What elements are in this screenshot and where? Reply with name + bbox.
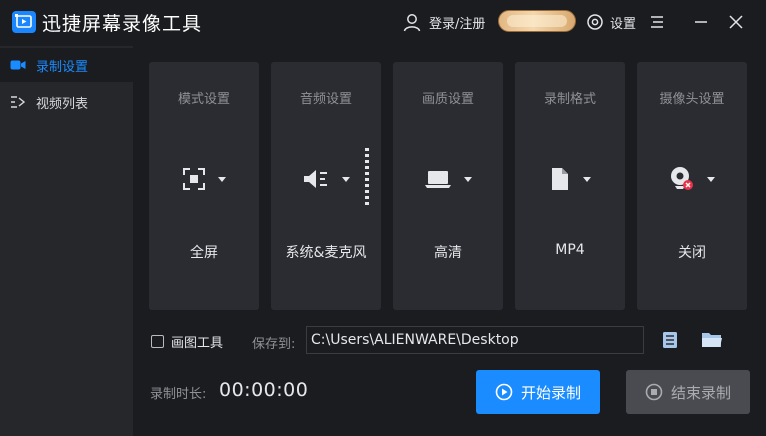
camera-icon [0,59,36,71]
card-title: 音频设置 [299,92,352,107]
chevron-down-icon [707,176,715,182]
play-icon [495,383,513,401]
card-title: 画质设置 [421,92,474,107]
drawing-tool-label: 画图工具 [171,336,224,351]
list-icon [0,96,36,108]
card-value: 系统&麦克风 [285,245,367,261]
login-label: 登录/注册 [429,16,486,32]
save-path-label: 保存到: [252,337,296,352]
chevron-down-icon [464,176,472,182]
stop-icon [645,383,663,401]
volume-meter [365,148,369,206]
menu-icon [651,16,663,28]
fullscreen-icon [183,168,205,190]
card-title: 录制格式 [543,92,596,107]
card-value: MP4 [555,242,585,258]
duration-label: 录制时长: [150,387,207,402]
drawing-tool-checkbox[interactable]: 画图工具 [151,332,223,351]
card-value: 高清 [434,245,462,261]
quality-settings-card[interactable]: 画质设置 高清 [393,62,503,310]
settings-button[interactable]: 设置 [586,10,636,34]
sidebar: 录制设置 视频列表 [0,46,133,436]
folder-icon [702,333,722,347]
stop-record-button[interactable]: 结束录制 [626,370,750,414]
app-logo-icon [12,11,36,33]
webcam-settings-card[interactable]: 摄像头设置 关闭 [637,62,747,310]
card-value: 全屏 [190,245,218,261]
app-title: 迅捷屏幕录像工具 [42,13,203,35]
chevron-down-icon [342,176,350,182]
sidebar-item-record-settings[interactable]: 录制设置 [0,48,133,82]
close-icon [729,15,743,29]
webcam-off-icon [671,167,693,190]
laptop-icon [425,171,451,188]
card-value: 关闭 [678,245,706,261]
duration-value: 00:00:00 [219,379,309,401]
list-icon [663,332,677,348]
minimize-icon [695,21,707,23]
save-path-input[interactable] [306,326,644,354]
chevron-down-icon [583,176,591,182]
card-title: 摄像头设置 [659,92,725,107]
list-view-button[interactable] [660,330,680,350]
vip-badge[interactable] [498,10,576,32]
close-button[interactable] [725,11,747,33]
sidebar-item-label: 视频列表 [36,96,89,112]
file-icon [552,168,568,190]
open-folder-button[interactable] [700,330,724,350]
menu-button[interactable] [646,11,668,33]
start-record-label: 开始录制 [520,383,581,402]
checkbox-box[interactable] [151,335,164,348]
audio-settings-card[interactable]: 音频设置 系统&麦克风 [271,62,381,310]
login-button[interactable]: 登录/注册 [402,10,485,34]
sidebar-item-video-list[interactable]: 视频列表 [0,85,133,119]
card-title: 模式设置 [177,92,230,107]
speaker-icon [304,170,327,188]
minimize-button[interactable] [690,11,712,33]
gear-icon [587,14,603,30]
mode-settings-card[interactable]: 模式设置 全屏 [149,62,259,310]
chevron-down-icon [218,176,226,182]
user-icon [403,14,421,32]
title-bar: 迅捷屏幕录像工具 登录/注册 设置 [0,0,766,46]
record-format-card[interactable]: 录制格式 MP4 [515,62,625,310]
sidebar-item-label: 录制设置 [36,59,89,75]
settings-label: 设置 [610,16,637,32]
stop-record-label: 结束录制 [670,383,731,402]
start-record-button[interactable]: 开始录制 [476,370,600,414]
